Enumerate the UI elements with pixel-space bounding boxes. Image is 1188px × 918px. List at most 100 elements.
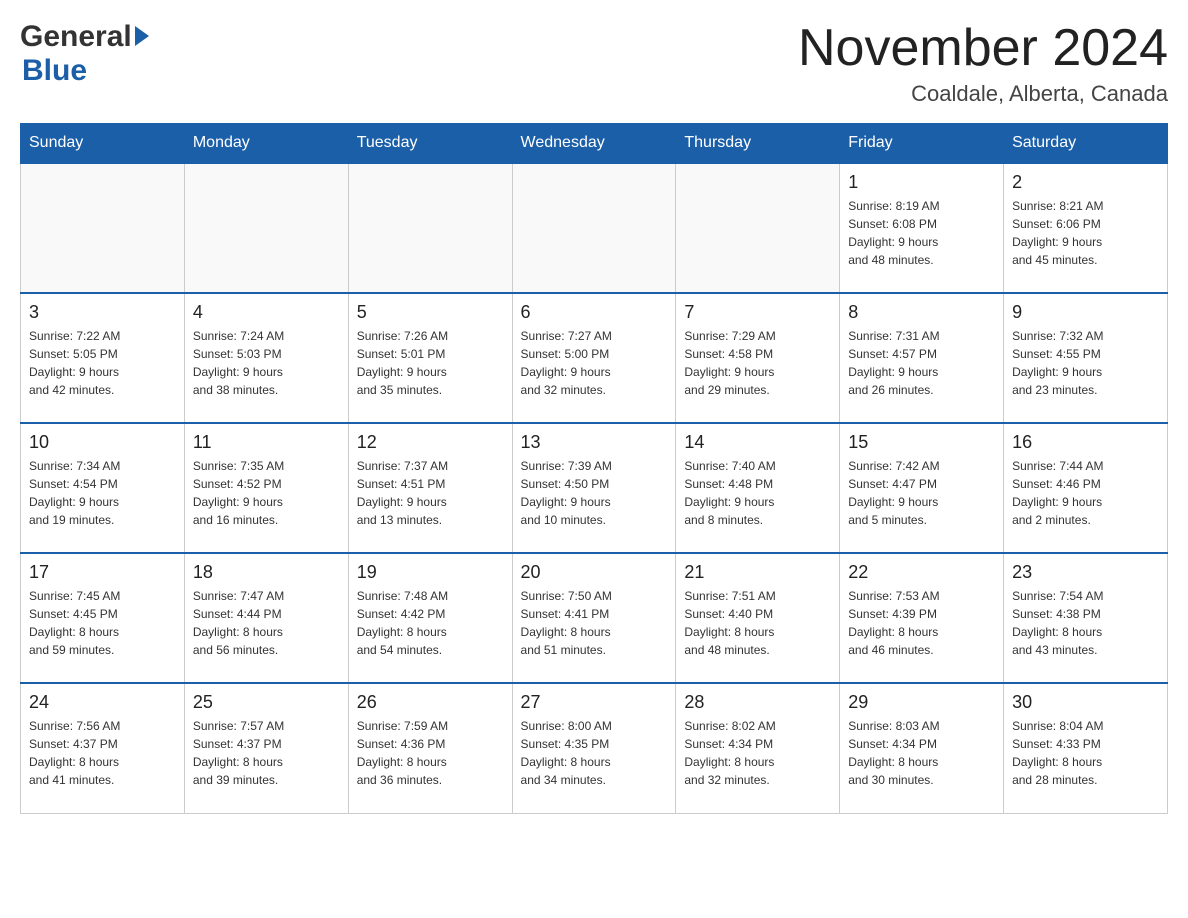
calendar-cell: 25 Sunrise: 7:57 AM Sunset: 4:37 PM Dayli… (184, 683, 348, 813)
day-info: Sunrise: 7:51 AM Sunset: 4:40 PM Dayligh… (684, 587, 831, 659)
day-info: Sunrise: 7:35 AM Sunset: 4:52 PM Dayligh… (193, 457, 340, 529)
day-number: 10 (29, 432, 176, 453)
calendar-cell: 30 Sunrise: 8:04 AM Sunset: 4:33 PM Dayli… (1004, 683, 1168, 813)
day-info: Sunrise: 7:45 AM Sunset: 4:45 PM Dayligh… (29, 587, 176, 659)
day-info: Sunrise: 7:57 AM Sunset: 4:37 PM Dayligh… (193, 717, 340, 789)
calendar-cell (21, 163, 185, 293)
day-number: 17 (29, 562, 176, 583)
day-number: 20 (521, 562, 668, 583)
calendar-week-row: 1 Sunrise: 8:19 AM Sunset: 6:08 PM Daylig… (21, 163, 1168, 293)
day-number: 13 (521, 432, 668, 453)
day-number: 9 (1012, 302, 1159, 323)
calendar-cell: 5 Sunrise: 7:26 AM Sunset: 5:01 PM Daylig… (348, 293, 512, 423)
day-info: Sunrise: 7:27 AM Sunset: 5:00 PM Dayligh… (521, 327, 668, 399)
calendar-cell: 27 Sunrise: 8:00 AM Sunset: 4:35 PM Dayli… (512, 683, 676, 813)
calendar-cell: 3 Sunrise: 7:22 AM Sunset: 5:05 PM Daylig… (21, 293, 185, 423)
day-info: Sunrise: 7:34 AM Sunset: 4:54 PM Dayligh… (29, 457, 176, 529)
calendar-cell: 4 Sunrise: 7:24 AM Sunset: 5:03 PM Daylig… (184, 293, 348, 423)
day-number: 1 (848, 172, 995, 193)
day-number: 24 (29, 692, 176, 713)
calendar-cell (676, 163, 840, 293)
day-info: Sunrise: 7:39 AM Sunset: 4:50 PM Dayligh… (521, 457, 668, 529)
location-title: Coaldale, Alberta, Canada (798, 81, 1168, 107)
day-info: Sunrise: 8:04 AM Sunset: 4:33 PM Dayligh… (1012, 717, 1159, 789)
day-info: Sunrise: 7:56 AM Sunset: 4:37 PM Dayligh… (29, 717, 176, 789)
day-info: Sunrise: 8:00 AM Sunset: 4:35 PM Dayligh… (521, 717, 668, 789)
calendar-week-row: 3 Sunrise: 7:22 AM Sunset: 5:05 PM Daylig… (21, 293, 1168, 423)
day-number: 12 (357, 432, 504, 453)
day-number: 26 (357, 692, 504, 713)
day-number: 27 (521, 692, 668, 713)
calendar-cell: 23 Sunrise: 7:54 AM Sunset: 4:38 PM Dayli… (1004, 553, 1168, 683)
calendar-cell: 12Sunrise: 7:37 AM Sunset: 4:51 PM Dayli… (348, 423, 512, 553)
logo-arrow-icon (135, 26, 149, 46)
day-info: Sunrise: 7:31 AM Sunset: 4:57 PM Dayligh… (848, 327, 995, 399)
day-number: 7 (684, 302, 831, 323)
day-info: Sunrise: 7:44 AM Sunset: 4:46 PM Dayligh… (1012, 457, 1159, 529)
day-info: Sunrise: 7:24 AM Sunset: 5:03 PM Dayligh… (193, 327, 340, 399)
day-number: 28 (684, 692, 831, 713)
day-info: Sunrise: 7:26 AM Sunset: 5:01 PM Dayligh… (357, 327, 504, 399)
day-info: Sunrise: 8:02 AM Sunset: 4:34 PM Dayligh… (684, 717, 831, 789)
calendar-week-row: 17 Sunrise: 7:45 AM Sunset: 4:45 PM Dayli… (21, 553, 1168, 683)
day-number: 3 (29, 302, 176, 323)
day-number: 11 (193, 432, 340, 453)
calendar-cell: 2Sunrise: 8:21 AM Sunset: 6:06 PM Daylig… (1004, 163, 1168, 293)
day-number: 30 (1012, 692, 1159, 713)
day-number: 23 (1012, 562, 1159, 583)
day-info: Sunrise: 8:21 AM Sunset: 6:06 PM Dayligh… (1012, 197, 1159, 269)
calendar-cell: 11 Sunrise: 7:35 AM Sunset: 4:52 PM Dayli… (184, 423, 348, 553)
day-info: Sunrise: 7:22 AM Sunset: 5:05 PM Dayligh… (29, 327, 176, 399)
calendar-cell: 13 Sunrise: 7:39 AM Sunset: 4:50 PM Dayli… (512, 423, 676, 553)
calendar-cell: 19Sunrise: 7:48 AM Sunset: 4:42 PM Dayli… (348, 553, 512, 683)
day-info: Sunrise: 7:47 AM Sunset: 4:44 PM Dayligh… (193, 587, 340, 659)
day-info: Sunrise: 7:54 AM Sunset: 4:38 PM Dayligh… (1012, 587, 1159, 659)
day-number: 25 (193, 692, 340, 713)
calendar-cell: 29Sunrise: 8:03 AM Sunset: 4:34 PM Dayli… (840, 683, 1004, 813)
calendar-cell: 24 Sunrise: 7:56 AM Sunset: 4:37 PM Dayli… (21, 683, 185, 813)
calendar-cell: 14 Sunrise: 7:40 AM Sunset: 4:48 PM Dayli… (676, 423, 840, 553)
month-title: November 2024 (798, 20, 1168, 77)
calendar-cell: 15Sunrise: 7:42 AM Sunset: 4:47 PM Dayli… (840, 423, 1004, 553)
calendar-cell: 1 Sunrise: 8:19 AM Sunset: 6:08 PM Daylig… (840, 163, 1004, 293)
day-number: 14 (684, 432, 831, 453)
calendar-cell (348, 163, 512, 293)
day-number: 6 (521, 302, 668, 323)
calendar-cell: 17 Sunrise: 7:45 AM Sunset: 4:45 PM Dayli… (21, 553, 185, 683)
day-number: 5 (357, 302, 504, 323)
calendar-cell: 7Sunrise: 7:29 AM Sunset: 4:58 PM Daylig… (676, 293, 840, 423)
day-number: 22 (848, 562, 995, 583)
day-number: 16 (1012, 432, 1159, 453)
calendar-cell: 26 Sunrise: 7:59 AM Sunset: 4:36 PM Dayli… (348, 683, 512, 813)
calendar-cell: 16 Sunrise: 7:44 AM Sunset: 4:46 PM Dayli… (1004, 423, 1168, 553)
weekday-header-row: SundayMondayTuesdayWednesdayThursdayFrid… (21, 124, 1168, 164)
calendar-cell: 6 Sunrise: 7:27 AM Sunset: 5:00 PM Daylig… (512, 293, 676, 423)
day-number: 21 (684, 562, 831, 583)
calendar-table: SundayMondayTuesdayWednesdayThursdayFrid… (20, 123, 1168, 814)
logo: General Blue (20, 20, 149, 88)
day-info: Sunrise: 7:32 AM Sunset: 4:55 PM Dayligh… (1012, 327, 1159, 399)
day-number: 4 (193, 302, 340, 323)
day-number: 18 (193, 562, 340, 583)
weekday-header-monday: Monday (184, 124, 348, 164)
calendar-cell (184, 163, 348, 293)
day-info: Sunrise: 7:50 AM Sunset: 4:41 PM Dayligh… (521, 587, 668, 659)
calendar-cell (512, 163, 676, 293)
day-info: Sunrise: 7:53 AM Sunset: 4:39 PM Dayligh… (848, 587, 995, 659)
title-block: November 2024 Coaldale, Alberta, Canada (798, 20, 1168, 107)
day-info: Sunrise: 8:03 AM Sunset: 4:34 PM Dayligh… (848, 717, 995, 789)
calendar-week-row: 24 Sunrise: 7:56 AM Sunset: 4:37 PM Dayli… (21, 683, 1168, 813)
day-number: 8 (848, 302, 995, 323)
weekday-header-thursday: Thursday (676, 124, 840, 164)
calendar-cell: 22 Sunrise: 7:53 AM Sunset: 4:39 PM Dayli… (840, 553, 1004, 683)
day-info: Sunrise: 7:40 AM Sunset: 4:48 PM Dayligh… (684, 457, 831, 529)
day-info: Sunrise: 8:19 AM Sunset: 6:08 PM Dayligh… (848, 197, 995, 269)
calendar-cell: 8 Sunrise: 7:31 AM Sunset: 4:57 PM Daylig… (840, 293, 1004, 423)
weekday-header-friday: Friday (840, 124, 1004, 164)
logo-general: General (20, 20, 132, 54)
weekday-header-tuesday: Tuesday (348, 124, 512, 164)
logo-blue: Blue (22, 54, 87, 87)
weekday-header-wednesday: Wednesday (512, 124, 676, 164)
day-info: Sunrise: 7:59 AM Sunset: 4:36 PM Dayligh… (357, 717, 504, 789)
day-number: 15 (848, 432, 995, 453)
